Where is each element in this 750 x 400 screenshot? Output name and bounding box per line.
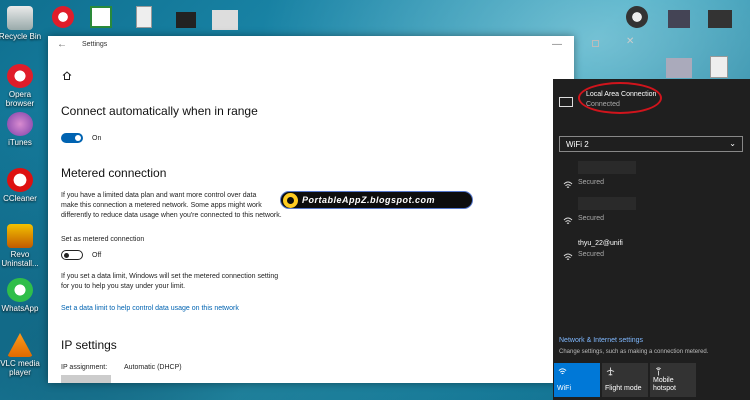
desktop-icon-revo[interactable]: Revo Uninstall... <box>0 224 42 268</box>
metered-connection-heading: Metered connection <box>61 166 167 180</box>
desktop-icon-app-top[interactable] <box>710 56 728 78</box>
ccleaner-icon <box>7 168 33 192</box>
wifi-network-name-redacted <box>578 161 636 174</box>
set-data-limit-link[interactable]: Set a data limit to help control data us… <box>61 305 239 312</box>
maximize-button[interactable] <box>592 40 599 47</box>
metered-toggle-state: Off <box>92 252 102 259</box>
minimize-button[interactable]: — <box>552 39 562 50</box>
window-title: Settings <box>82 41 108 48</box>
ethernet-icon <box>559 97 573 107</box>
recycle-bin-icon <box>7 6 33 30</box>
desktop-icon-app-top[interactable] <box>90 6 112 28</box>
desktop-icon-app-top[interactable] <box>212 10 238 30</box>
network-flyout: Local Area Connection Connected WiFi 2 ⌄… <box>553 79 750 400</box>
close-button[interactable]: ✕ <box>626 36 638 48</box>
highlight-circle <box>578 82 662 114</box>
watermark-logo-icon <box>283 192 298 208</box>
settings-window: ← Settings — Connect automatically when … <box>48 36 574 383</box>
vlc-icon <box>7 333 33 357</box>
ip-settings-heading: IP settings <box>61 338 117 352</box>
wifi-network-status: Secured <box>578 215 605 222</box>
metered-connection-toggle[interactable] <box>61 250 83 260</box>
desktop-icon-itunes[interactable]: iTunes <box>0 112 42 147</box>
ip-assignment-label: IP assignment: <box>61 364 108 371</box>
metered-description-line: If you have a limited data plan and want… <box>61 192 257 199</box>
flight-mode-quick-action[interactable]: Flight mode <box>602 363 648 397</box>
desktop-icon-app-top[interactable] <box>176 12 196 28</box>
wifi-network-status: Secured <box>578 179 605 186</box>
itunes-icon <box>7 112 33 136</box>
whatsapp-icon <box>7 278 33 302</box>
wifi-network-status: Secured <box>578 251 605 258</box>
desktop-icon-recycle-bin[interactable]: Recycle Bin <box>0 6 42 41</box>
adapter-select-value: WiFi 2 <box>566 140 589 149</box>
desktop-icon-app-top[interactable] <box>52 6 74 28</box>
desktop-icon-ccleaner[interactable]: CCleaner <box>0 168 42 203</box>
desktop-icon-app-top[interactable] <box>136 6 152 28</box>
desktop-icon-app-top[interactable] <box>668 10 690 28</box>
connect-automatically-heading: Connect automatically when in range <box>61 104 258 118</box>
wifi-icon <box>563 217 573 224</box>
data-limit-description-line: If you set a data limit, Windows will se… <box>61 273 279 280</box>
desktop-icon-app-top[interactable] <box>626 6 648 28</box>
desktop-icon-app-top[interactable] <box>666 58 692 78</box>
metered-description-line: make this connection a metered network. … <box>61 202 262 209</box>
airplane-icon <box>606 367 615 376</box>
wifi-quick-action[interactable]: WiFi <box>554 363 600 397</box>
wifi-icon <box>563 253 573 260</box>
wifi-icon <box>558 368 567 375</box>
ip-edit-button[interactable] <box>61 375 111 383</box>
metered-description-line: differently to reduce data usage when yo… <box>61 212 282 219</box>
adapter-select[interactable]: WiFi 2 ⌄ <box>559 136 743 152</box>
watermark-banner: PortableAppZ.blogspot.com <box>280 191 473 209</box>
network-internet-settings-link[interactable]: Network & Internet settings <box>559 337 643 344</box>
connect-toggle-state: On <box>92 135 102 142</box>
wifi-network-name-redacted <box>578 197 636 210</box>
set-metered-label: Set as metered connection <box>61 236 145 243</box>
network-settings-description: Change settings, such as making a connec… <box>559 349 709 355</box>
hotspot-icon <box>655 367 662 376</box>
revo-uninstaller-icon <box>7 224 33 248</box>
desktop-icon-vlc[interactable]: VLC media player <box>0 333 42 377</box>
opera-icon <box>7 64 33 88</box>
home-icon[interactable] <box>62 71 72 80</box>
mobile-hotspot-quick-action[interactable]: Mobile hotspot <box>650 363 696 397</box>
wifi-network-name: thyu_22@unifi <box>578 240 623 247</box>
data-limit-description-line: for you to help you stay under your limi… <box>61 283 186 290</box>
back-arrow-icon[interactable]: ← <box>57 39 67 50</box>
ip-assignment-value: Automatic (DHCP) <box>124 364 182 371</box>
desktop-icon-whatsapp[interactable]: WhatsApp <box>0 278 42 313</box>
connect-automatically-toggle[interactable] <box>61 133 83 143</box>
title-bar: ← Settings — <box>48 36 574 54</box>
chevron-down-icon: ⌄ <box>729 139 736 148</box>
desktop-icon-app-top[interactable] <box>708 10 732 28</box>
desktop-icon-opera[interactable]: Opera browser <box>0 64 42 108</box>
wifi-icon <box>563 181 573 188</box>
